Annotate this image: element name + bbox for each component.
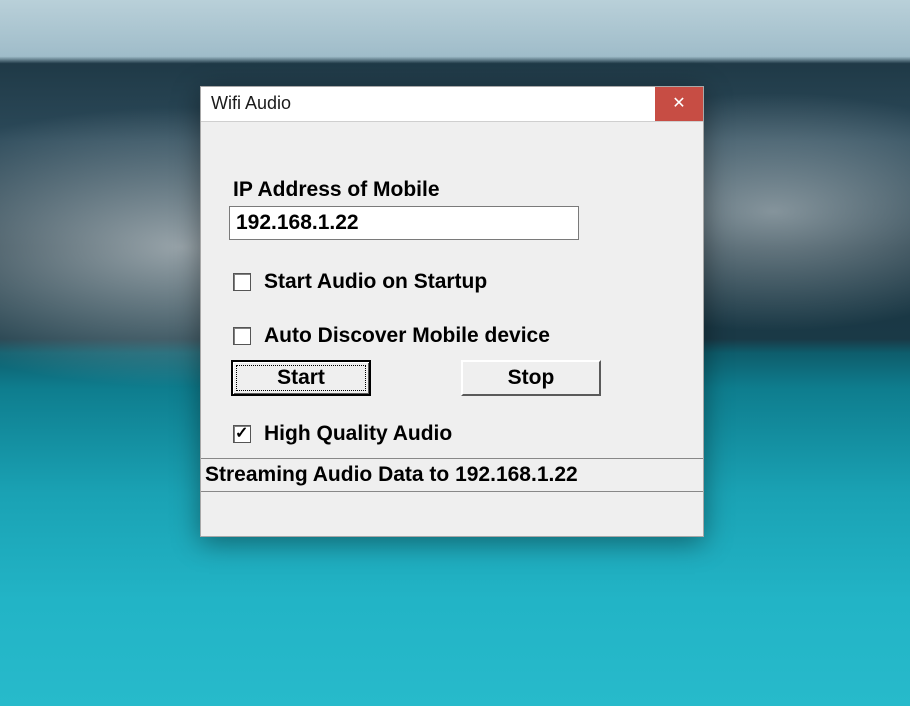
window-title: Wifi Audio (201, 87, 655, 121)
high-quality-row: High Quality Audio (229, 422, 675, 446)
start-button[interactable]: Start (231, 360, 371, 396)
client-area: IP Address of Mobile Start Audio on Star… (201, 122, 703, 536)
start-on-startup-checkbox[interactable] (233, 273, 251, 291)
start-on-startup-label: Start Audio on Startup (264, 270, 487, 294)
high-quality-label: High Quality Audio (264, 422, 452, 446)
ip-address-label: IP Address of Mobile (233, 178, 675, 202)
auto-discover-label: Auto Discover Mobile device (264, 324, 550, 348)
close-icon: ✕ (672, 96, 685, 112)
start-on-startup-row: Start Audio on Startup (229, 270, 675, 294)
button-row: Start Stop (231, 360, 675, 396)
high-quality-checkbox[interactable] (233, 425, 251, 443)
stop-button[interactable]: Stop (461, 360, 601, 396)
titlebar[interactable]: Wifi Audio ✕ (201, 87, 703, 122)
desktop-wallpaper: Wifi Audio ✕ IP Address of Mobile Start … (0, 0, 910, 706)
status-bar: Streaming Audio Data to 192.168.1.22 (201, 458, 703, 492)
wifi-audio-window: Wifi Audio ✕ IP Address of Mobile Start … (200, 86, 704, 537)
close-button[interactable]: ✕ (655, 87, 703, 121)
dialog-bottom-padding (229, 492, 675, 526)
auto-discover-row: Auto Discover Mobile device (229, 324, 675, 348)
ip-address-input[interactable] (229, 206, 579, 240)
auto-discover-checkbox[interactable] (233, 327, 251, 345)
